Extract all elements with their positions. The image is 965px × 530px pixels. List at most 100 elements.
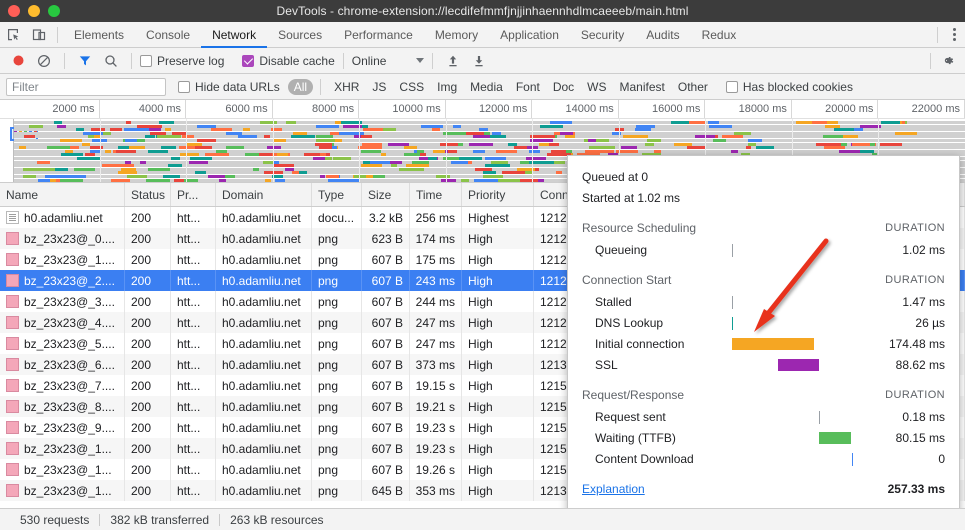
filter-icon[interactable] <box>73 49 97 73</box>
timing-value: 26 µs <box>915 315 945 330</box>
overview-request-segment <box>745 146 751 150</box>
tab-application[interactable]: Application <box>489 22 570 48</box>
timing-value: 0.18 ms <box>902 409 945 424</box>
import-har-icon[interactable] <box>441 49 465 73</box>
overview-request-segment <box>293 131 307 135</box>
tab-network[interactable]: Network <box>201 22 267 48</box>
overview-request-segment <box>490 160 508 164</box>
minimize-window-button[interactable] <box>28 5 40 17</box>
more-options-icon[interactable] <box>943 22 965 48</box>
overview-request-segment <box>733 131 751 135</box>
tab-elements[interactable]: Elements <box>63 22 135 48</box>
timing-track <box>732 337 853 350</box>
tab-sources[interactable]: Sources <box>267 22 333 48</box>
filter-type-xhr[interactable]: XHR <box>328 79 365 95</box>
column-header[interactable]: Status <box>125 183 171 206</box>
throttling-select[interactable]: Online <box>352 54 425 68</box>
column-header[interactable]: Name <box>0 183 125 206</box>
timing-label: Waiting (TTFB) <box>595 430 676 445</box>
filter-type-img[interactable]: Img <box>431 79 463 95</box>
cell-protocol: htt... <box>171 312 216 333</box>
cell-domain: h0.adamliu.net <box>216 417 312 438</box>
overview-request-segment <box>128 146 146 150</box>
record-button[interactable] <box>6 49 30 73</box>
explanation-link[interactable]: Explanation <box>582 482 888 496</box>
image-file-icon <box>6 253 19 266</box>
overview-request-segment <box>24 135 36 139</box>
filter-input[interactable] <box>6 77 166 96</box>
timing-bar <box>819 431 851 444</box>
overview-request-segment <box>361 135 373 139</box>
overview-request-segment <box>585 149 611 153</box>
column-header[interactable]: Type <box>312 183 362 206</box>
tab-memory[interactable]: Memory <box>424 22 489 48</box>
filter-type-css[interactable]: CSS <box>393 79 430 95</box>
timing-label: SSL <box>595 357 618 372</box>
timeline-tick-label: 12000 ms <box>478 103 528 115</box>
overview-request-segment <box>146 178 170 182</box>
column-header[interactable]: Priority <box>462 183 534 206</box>
has-blocked-cookies-box <box>725 80 738 93</box>
hide-data-urls-checkbox[interactable]: Hide data URLs <box>178 80 280 94</box>
timing-bar <box>732 337 815 350</box>
cell-domain: h0.adamliu.net <box>216 354 312 375</box>
tab-bar-right-controls <box>932 22 965 48</box>
filter-type-all[interactable]: All <box>287 78 314 95</box>
clear-button[interactable] <box>32 49 56 73</box>
filter-type-manifest[interactable]: Manifest <box>614 79 671 95</box>
column-header[interactable]: Time <box>410 183 462 206</box>
tab-performance[interactable]: Performance <box>333 22 424 48</box>
overview-request-segment <box>712 139 726 142</box>
filter-type-media[interactable]: Media <box>464 79 509 95</box>
close-window-button[interactable] <box>8 5 20 17</box>
filter-type-js[interactable]: JS <box>366 79 392 95</box>
overview-request-segment <box>312 157 326 160</box>
filter-type-other[interactable]: Other <box>672 79 714 95</box>
tab-security[interactable]: Security <box>570 22 635 48</box>
cell-name: bz_23x23@_0.... <box>0 228 125 249</box>
export-har-icon[interactable] <box>467 49 491 73</box>
maximize-window-button[interactable] <box>48 5 60 17</box>
cell-name: bz_23x23@_7.... <box>0 375 125 396</box>
cell-size: 607 B <box>362 459 410 480</box>
timing-row: Queueing 1.02 ms <box>582 239 945 260</box>
overview-request-row <box>14 142 965 146</box>
preserve-log-checkbox[interactable]: Preserve log <box>140 54 224 68</box>
tab-audits[interactable]: Audits <box>635 22 690 48</box>
cell-domain: h0.adamliu.net <box>216 291 312 312</box>
tab-redux[interactable]: Redux <box>691 22 748 48</box>
filter-type-ws[interactable]: WS <box>581 79 612 95</box>
column-header[interactable]: Size <box>362 183 410 206</box>
overview-request-segment <box>105 149 111 153</box>
hide-data-urls-label: Hide data URLs <box>195 79 280 94</box>
search-icon[interactable] <box>99 49 123 73</box>
overview-request-segment <box>838 149 860 153</box>
filter-type-doc[interactable]: Doc <box>547 79 580 95</box>
inspect-element-icon[interactable] <box>0 22 26 48</box>
filter-type-font[interactable]: Font <box>510 79 546 95</box>
overview-request-segment <box>319 146 332 150</box>
column-header[interactable]: Domain <box>216 183 312 206</box>
timing-bar <box>732 243 733 257</box>
cell-time: 19.23 s <box>410 417 462 438</box>
overview-request-segment <box>646 139 662 142</box>
overview-request-segment <box>319 153 326 157</box>
overview-request-segment <box>49 178 57 182</box>
settings-gear-icon[interactable] <box>937 49 961 73</box>
overview-request-segment <box>197 124 217 128</box>
timing-row: Waiting (TTFB) 80.15 ms <box>582 427 945 448</box>
disable-cache-checkbox[interactable]: Disable cache <box>242 54 335 68</box>
overview-request-segment <box>431 128 441 132</box>
overview-request-segment <box>205 153 230 157</box>
toggle-device-toolbar-icon[interactable] <box>26 22 52 48</box>
overview-timeline-ruler[interactable]: 2000 ms 4000 ms 6000 ms 8000 ms 10000 ms 1200… <box>0 100 965 119</box>
cell-type: png <box>312 333 362 354</box>
tab-console[interactable]: Console <box>135 22 201 48</box>
request-name: bz_23x23@_1... <box>24 462 112 477</box>
cell-type: png <box>312 417 362 438</box>
column-header[interactable]: Pr... <box>171 183 216 206</box>
request-name: bz_23x23@_1.... <box>24 252 115 267</box>
cell-size: 607 B <box>362 396 410 417</box>
has-blocked-cookies-checkbox[interactable]: Has blocked cookies <box>725 80 853 94</box>
timing-row: Initial connection 174.48 ms <box>582 333 945 354</box>
